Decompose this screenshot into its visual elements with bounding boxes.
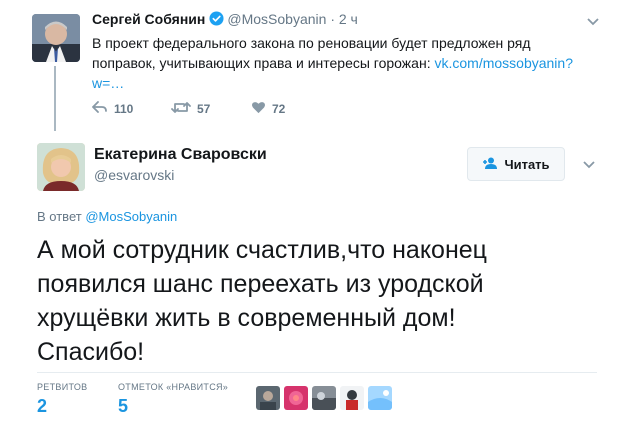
likes-stats[interactable]: ОТМЕТОК «НРАВИТСЯ» 5 (118, 382, 228, 417)
tweet-text-line-3: хрущёвки жить в современный дом! (37, 304, 456, 332)
retweet-stats[interactable]: РЕТВИТОВ 2 (37, 382, 87, 417)
retweet-count: 57 (197, 102, 211, 116)
reply-button[interactable]: 110 (91, 101, 134, 116)
retweet-button[interactable]: 57 (171, 101, 210, 117)
chevron-down-icon[interactable] (586, 14, 600, 32)
liker-avatar[interactable] (256, 386, 280, 410)
follow-button[interactable]: Читать (467, 147, 565, 181)
liker-avatar[interactable] (340, 386, 364, 410)
parent-text-line-2: поправок, учитывающих права и интересы г… (92, 55, 435, 71)
reply-context: В ответ @MosSobyanin (37, 209, 177, 224)
reply-prefix: В ответ (37, 209, 86, 224)
retweet-icon (171, 101, 191, 117)
parent-author-name[interactable]: Сергей Собянин (92, 11, 205, 27)
tweet-text-line-2: появился шанс переехать из уродской (37, 270, 484, 298)
divider (37, 372, 597, 373)
parent-tweet-link-cont[interactable]: w=… (92, 73, 597, 93)
parent-tweet-link[interactable]: vk.com/mossobyanin? (434, 55, 573, 71)
separator-dot: · (330, 11, 335, 27)
like-button[interactable]: 72 (251, 101, 285, 117)
parent-text-line-1: В проект федерального закона по реноваци… (92, 35, 531, 51)
likes-label: ОТМЕТОК «НРАВИТСЯ» (118, 382, 229, 392)
thread-line (54, 66, 56, 131)
add-user-icon (482, 157, 498, 172)
tweet-text-line-4: Спасибо! (37, 338, 145, 366)
parent-timestamp[interactable]: 2 ч (339, 11, 358, 27)
author-handle[interactable]: @esvarovski (94, 167, 174, 183)
tweet-text-line-1: А мой сотрудник счастлив,что наконец (37, 236, 487, 264)
reply-mention[interactable]: @MosSobyanin (85, 209, 177, 224)
parent-tweet-text: В проект федерального закона по реноваци… (92, 33, 597, 93)
heart-icon (251, 101, 266, 117)
parent-tweet-header: Сергей Собянин @MosSobyanin · 2 ч (92, 11, 358, 29)
liker-avatar[interactable] (368, 386, 392, 410)
chevron-down-icon[interactable] (582, 157, 596, 175)
author-name[interactable]: Екатерина Сваровски (94, 146, 267, 164)
avatar[interactable] (32, 14, 80, 62)
like-count: 72 (272, 102, 286, 116)
tweet-text: А мой сотрудник счастлив,что наконец поя… (37, 233, 597, 369)
retweets-value: 2 (37, 396, 48, 416)
follow-label: Читать (504, 156, 550, 172)
parent-author-handle[interactable]: @MosSobyanin (227, 11, 326, 27)
likers-avatars (256, 386, 392, 410)
avatar[interactable] (37, 143, 85, 191)
reply-count: 110 (114, 101, 134, 116)
liker-avatar[interactable] (312, 386, 336, 410)
reply-icon (91, 101, 108, 116)
likes-value: 5 (118, 396, 129, 416)
liker-avatar[interactable] (284, 386, 308, 410)
retweets-label: РЕТВИТОВ (37, 382, 88, 392)
verified-icon (209, 11, 224, 29)
